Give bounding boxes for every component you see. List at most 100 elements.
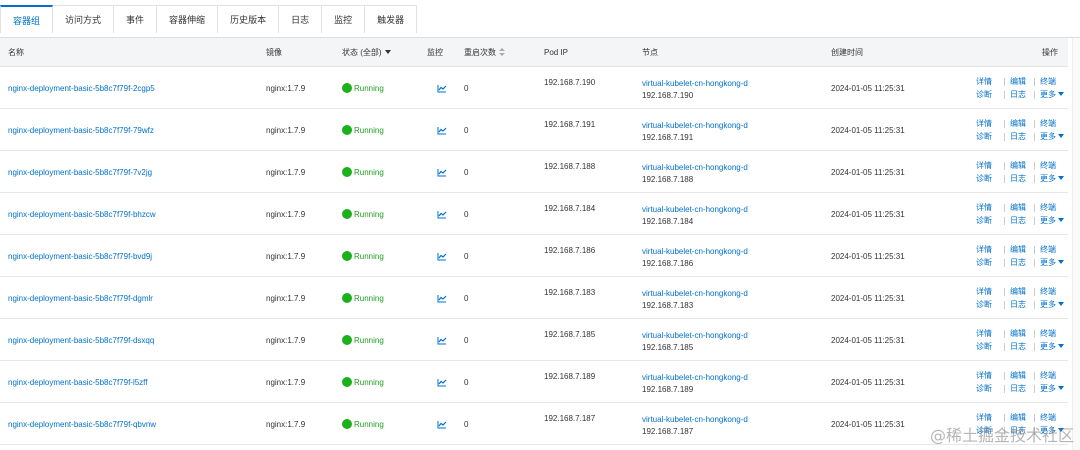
logs-link[interactable]: 日志 xyxy=(1004,216,1034,226)
chart-icon[interactable] xyxy=(437,168,447,177)
tab-logs[interactable]: 日志 xyxy=(279,5,323,33)
diagnose-link[interactable]: 诊断 xyxy=(976,132,1004,142)
terminal-link[interactable]: 终端 xyxy=(1034,77,1066,87)
diagnose-link[interactable]: 诊断 xyxy=(976,90,1004,100)
edit-link[interactable]: 编辑 xyxy=(1004,119,1034,129)
running-status-icon xyxy=(342,335,352,345)
diagnose-link[interactable]: 诊断 xyxy=(976,174,1004,184)
logs-link[interactable]: 日志 xyxy=(1004,258,1034,268)
tab-scaling[interactable]: 容器伸缩 xyxy=(157,5,219,33)
terminal-link[interactable]: 终端 xyxy=(1034,203,1066,213)
edit-link[interactable]: 编辑 xyxy=(1004,245,1034,255)
logs-link[interactable]: 日志 xyxy=(1004,174,1034,184)
ops-cell: 详情 编辑 终端 诊断 日志 更多 xyxy=(976,235,1066,277)
terminal-link[interactable]: 终端 xyxy=(1034,413,1066,423)
pod-name-link[interactable]: nginx-deployment-basic-5b8c7f79f-dgmlr xyxy=(8,277,153,319)
node-link[interactable]: virtual-kubelet-cn-hongkong-d xyxy=(642,204,748,216)
pod-name-link[interactable]: nginx-deployment-basic-5b8c7f79f-qbvnw xyxy=(8,403,156,445)
tab-monitoring[interactable]: 监控 xyxy=(322,5,366,33)
logs-link[interactable]: 日志 xyxy=(1004,132,1034,142)
edit-link[interactable]: 编辑 xyxy=(1004,371,1034,381)
node-link[interactable]: virtual-kubelet-cn-hongkong-d xyxy=(642,414,748,426)
chart-icon[interactable] xyxy=(437,252,447,261)
chart-icon[interactable] xyxy=(437,378,447,387)
detail-link[interactable]: 详情 xyxy=(976,161,1004,171)
detail-link[interactable]: 详情 xyxy=(976,329,1004,339)
more-dropdown[interactable]: 更多 xyxy=(1034,258,1066,268)
created-time: 2024-01-05 11:25:31 xyxy=(831,293,905,303)
more-dropdown[interactable]: 更多 xyxy=(1034,174,1066,184)
chart-icon[interactable] xyxy=(437,420,447,429)
more-dropdown[interactable]: 更多 xyxy=(1034,342,1066,352)
more-dropdown[interactable]: 更多 xyxy=(1034,132,1066,142)
tab-access-methods[interactable]: 访问方式 xyxy=(53,5,115,33)
scrollbar[interactable] xyxy=(1072,38,1080,450)
more-label: 更多 xyxy=(1040,383,1056,393)
diagnose-link[interactable]: 诊断 xyxy=(976,258,1004,268)
node-link[interactable]: virtual-kubelet-cn-hongkong-d xyxy=(642,120,748,132)
terminal-link[interactable]: 终端 xyxy=(1034,287,1066,297)
chart-icon[interactable] xyxy=(437,294,447,303)
detail-link[interactable]: 详情 xyxy=(976,371,1004,381)
chart-icon[interactable] xyxy=(437,210,447,219)
detail-link[interactable]: 详情 xyxy=(976,77,1004,87)
pod-name-link[interactable]: nginx-deployment-basic-5b8c7f79f-79wfz xyxy=(8,109,154,151)
edit-link[interactable]: 编辑 xyxy=(1004,203,1034,213)
terminal-link[interactable]: 终端 xyxy=(1034,245,1066,255)
edit-link[interactable]: 编辑 xyxy=(1004,77,1034,87)
tab-triggers[interactable]: 触发器 xyxy=(365,5,418,33)
pod-name-link[interactable]: nginx-deployment-basic-5b8c7f79f-bvd9j xyxy=(8,235,152,277)
tab-pods[interactable]: 容器组 xyxy=(0,5,54,33)
node-ip: 192.168.7.190 xyxy=(642,91,694,100)
diagnose-link[interactable]: 诊断 xyxy=(976,216,1004,226)
edit-link[interactable]: 编辑 xyxy=(1004,161,1034,171)
detail-link[interactable]: 详情 xyxy=(976,413,1004,423)
logs-link[interactable]: 日志 xyxy=(1004,342,1034,352)
terminal-link[interactable]: 终端 xyxy=(1034,161,1066,171)
terminal-link[interactable]: 终端 xyxy=(1034,329,1066,339)
monitor-cell xyxy=(437,193,447,235)
pod-name-link[interactable]: nginx-deployment-basic-5b8c7f79f-bhzcw xyxy=(8,193,156,235)
detail-link[interactable]: 详情 xyxy=(976,119,1004,129)
node-link[interactable]: virtual-kubelet-cn-hongkong-d xyxy=(642,162,748,174)
tab-events[interactable]: 事件 xyxy=(114,5,158,33)
more-dropdown[interactable]: 更多 xyxy=(1034,300,1066,310)
tab-history[interactable]: 历史版本 xyxy=(218,5,280,33)
more-dropdown[interactable]: 更多 xyxy=(1034,90,1066,100)
pod-name-link[interactable]: nginx-deployment-basic-5b8c7f79f-dsxqq xyxy=(8,319,154,361)
more-dropdown[interactable]: 更多 xyxy=(1034,216,1066,226)
col-status-filter[interactable]: 状态 (全部) xyxy=(342,47,391,58)
more-dropdown[interactable]: 更多 xyxy=(1034,384,1066,394)
node-cell: virtual-kubelet-cn-hongkong-d 192.168.7.1… xyxy=(642,277,748,319)
edit-link[interactable]: 编辑 xyxy=(1004,287,1034,297)
logs-link[interactable]: 日志 xyxy=(1004,300,1034,310)
col-node: 节点 xyxy=(642,47,658,57)
logs-link[interactable]: 日志 xyxy=(1004,90,1034,100)
diagnose-link[interactable]: 诊断 xyxy=(976,300,1004,310)
chart-icon[interactable] xyxy=(437,336,447,345)
chart-icon[interactable] xyxy=(437,84,447,93)
detail-link[interactable]: 详情 xyxy=(976,203,1004,213)
terminal-link[interactable]: 终端 xyxy=(1034,371,1066,381)
table-row: nginx-deployment-basic-5b8c7f79f-7v2jg n… xyxy=(0,151,1068,193)
node-link[interactable]: virtual-kubelet-cn-hongkong-d xyxy=(642,330,748,342)
pod-name-link[interactable]: nginx-deployment-basic-5b8c7f79f-7v2jg xyxy=(8,151,152,193)
chart-icon[interactable] xyxy=(437,126,447,135)
logs-link[interactable]: 日志 xyxy=(1004,384,1034,394)
pod-name-link[interactable]: nginx-deployment-basic-5b8c7f79f-2cgp5 xyxy=(8,67,155,109)
terminal-link[interactable]: 终端 xyxy=(1034,119,1066,129)
pod-name-link[interactable]: nginx-deployment-basic-5b8c7f79f-l5zff xyxy=(8,361,147,403)
detail-link[interactable]: 详情 xyxy=(976,245,1004,255)
diagnose-link[interactable]: 诊断 xyxy=(976,384,1004,394)
node-link[interactable]: virtual-kubelet-cn-hongkong-d xyxy=(642,78,748,90)
node-link[interactable]: virtual-kubelet-cn-hongkong-d xyxy=(642,246,748,258)
diagnose-link[interactable]: 诊断 xyxy=(976,342,1004,352)
node-link[interactable]: virtual-kubelet-cn-hongkong-d xyxy=(642,372,748,384)
node-link[interactable]: virtual-kubelet-cn-hongkong-d xyxy=(642,288,748,300)
detail-link[interactable]: 详情 xyxy=(976,287,1004,297)
edit-link[interactable]: 编辑 xyxy=(1004,413,1034,423)
status-badge: Running xyxy=(354,377,384,387)
col-restarts-sort[interactable]: 重启次数 xyxy=(464,47,505,58)
edit-link[interactable]: 编辑 xyxy=(1004,329,1034,339)
created-time: 2024-01-05 11:25:31 xyxy=(831,419,905,429)
